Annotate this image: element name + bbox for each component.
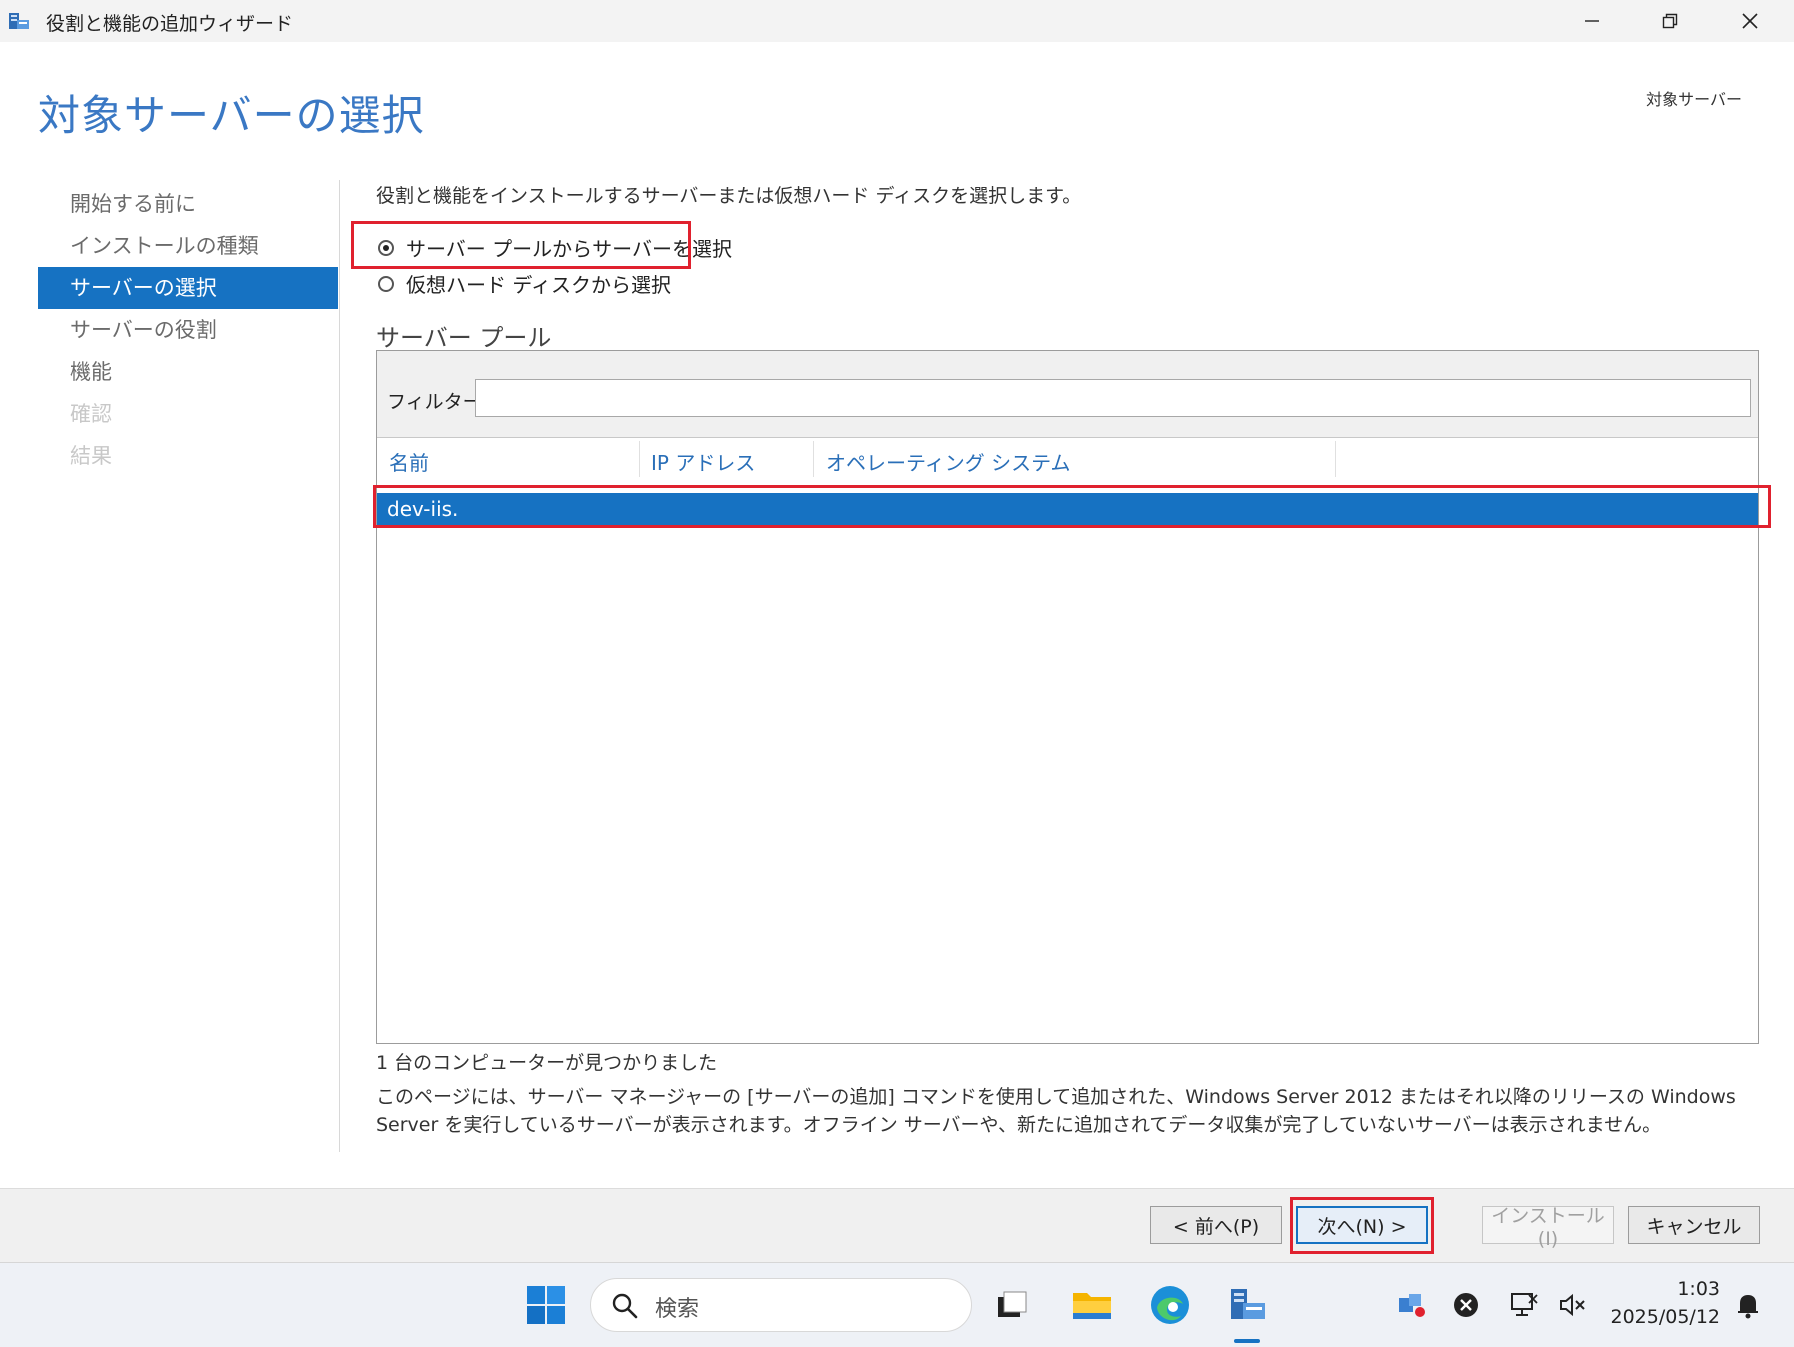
start-button[interactable] — [522, 1281, 570, 1329]
server-manager-taskbar-button[interactable] — [1223, 1281, 1271, 1329]
network-status-icon — [1511, 1293, 1538, 1316]
column-separator[interactable] — [639, 441, 640, 477]
filter-input[interactable] — [475, 379, 1751, 417]
window-title: 役割と機能の追加ウィザード — [46, 13, 294, 35]
server-manager-icon — [1231, 1289, 1265, 1319]
folder-icon — [1073, 1293, 1111, 1319]
column-header-ip-address[interactable]: IP アドレス — [651, 447, 755, 476]
column-header-name[interactable]: 名前 — [389, 447, 429, 476]
server-manager-icon — [9, 13, 29, 29]
server-pool-panel: フィルター: 名前 IP アドレス オペレーティング システム dev-iis. — [376, 350, 1759, 1044]
server-pool-notice: このページには、サーバー マネージャーの [サーバーの追加] コマンドを使用して… — [376, 1086, 1736, 1136]
nav-divider — [339, 180, 340, 1152]
tray-network-app-icon[interactable] — [1392, 1281, 1432, 1329]
nav-step-confirmation: 確認 — [70, 402, 112, 426]
highlight-box-pool-option — [351, 221, 691, 269]
network-app-icon — [1399, 1294, 1425, 1317]
search-placeholder: 検索 — [655, 1297, 700, 1322]
cancel-button[interactable]: キャンセル — [1628, 1206, 1760, 1244]
computers-found-count: 1 台のコンピューターが見つかりました — [376, 1052, 718, 1074]
previous-button[interactable]: < 前へ(P) — [1150, 1206, 1282, 1244]
taskbar-search-box[interactable]: 検索 — [590, 1278, 972, 1332]
taskbar: 検索 1:03 2025/05/12 — [0, 1262, 1794, 1347]
radio-select-from-vhd-label: 仮想ハード ディスクから選択 — [406, 273, 671, 297]
filter-label: フィルター: — [387, 391, 489, 413]
filter-area: フィルター: — [377, 351, 1758, 438]
windows-logo-icon — [527, 1286, 565, 1324]
install-button: インストール(I) — [1482, 1205, 1614, 1250]
destination-server-label: 対象サーバー — [1646, 90, 1742, 109]
notification-bell-icon — [1738, 1295, 1758, 1319]
minimize-icon — [1585, 20, 1599, 22]
nav-step-installation-type[interactable]: インストールの種類 — [38, 225, 338, 267]
nav-step-features[interactable]: 機能 — [38, 351, 338, 393]
error-icon — [1454, 1293, 1478, 1317]
column-separator[interactable] — [813, 441, 814, 477]
nav-step-results: 結果 — [70, 444, 112, 468]
nav-step-server-roles[interactable]: サーバーの役割 — [38, 309, 338, 351]
active-app-indicator — [1234, 1339, 1260, 1343]
edge-icon — [1151, 1286, 1189, 1324]
tray-volume-icon[interactable] — [1552, 1281, 1592, 1329]
search-icon — [612, 1293, 638, 1319]
restore-icon — [1662, 13, 1678, 29]
minimize-button[interactable] — [1554, 0, 1630, 42]
radio-unchecked-icon[interactable] — [378, 275, 394, 292]
tray-date-text: 2025/05/12 — [1610, 1306, 1720, 1328]
close-icon — [1742, 13, 1758, 29]
edge-browser-button[interactable] — [1146, 1281, 1194, 1329]
column-header-os[interactable]: オペレーティング システム — [826, 447, 1071, 476]
tray-network-icon[interactable] — [1504, 1281, 1544, 1329]
task-view-button[interactable] — [988, 1281, 1036, 1329]
column-separator[interactable] — [1335, 441, 1336, 477]
notification-button[interactable] — [1728, 1281, 1768, 1329]
radio-select-from-vhd[interactable]: 仮想ハード ディスクから選択 — [378, 269, 671, 298]
nav-step-server-selection[interactable]: サーバーの選択 — [38, 267, 338, 309]
tray-clock[interactable]: 1:03 2025/05/12 — [1600, 1275, 1720, 1331]
tray-error-icon[interactable] — [1446, 1281, 1486, 1329]
close-button[interactable] — [1712, 0, 1788, 42]
highlight-box-next-button — [1290, 1197, 1434, 1254]
wizard-window: 役割と機能の追加ウィザード 対象サーバーの選択 対象サーバー 開始する前に イン… — [0, 0, 1794, 1263]
nav-step-before-you-begin[interactable]: 開始する前に — [38, 183, 338, 225]
task-view-icon — [998, 1291, 1027, 1317]
volume-muted-icon — [1560, 1293, 1585, 1317]
server-pool-heading: サーバー プール — [376, 324, 552, 352]
wizard-steps-nav: 開始する前に インストールの種類 サーバーの選択 サーバーの役割 機能 確認 結… — [38, 183, 338, 477]
tray-time-text: 1:03 — [1677, 1278, 1720, 1300]
file-explorer-button[interactable] — [1068, 1281, 1116, 1329]
restore-button[interactable] — [1632, 0, 1708, 42]
page-description: 役割と機能をインストールするサーバーまたは仮想ハード ディスクを選択します。 — [376, 185, 1082, 207]
page-title: 対象サーバーの選択 — [38, 91, 425, 140]
highlight-box-server-row — [373, 485, 1771, 528]
title-bar: 役割と機能の追加ウィザード — [0, 0, 1794, 42]
